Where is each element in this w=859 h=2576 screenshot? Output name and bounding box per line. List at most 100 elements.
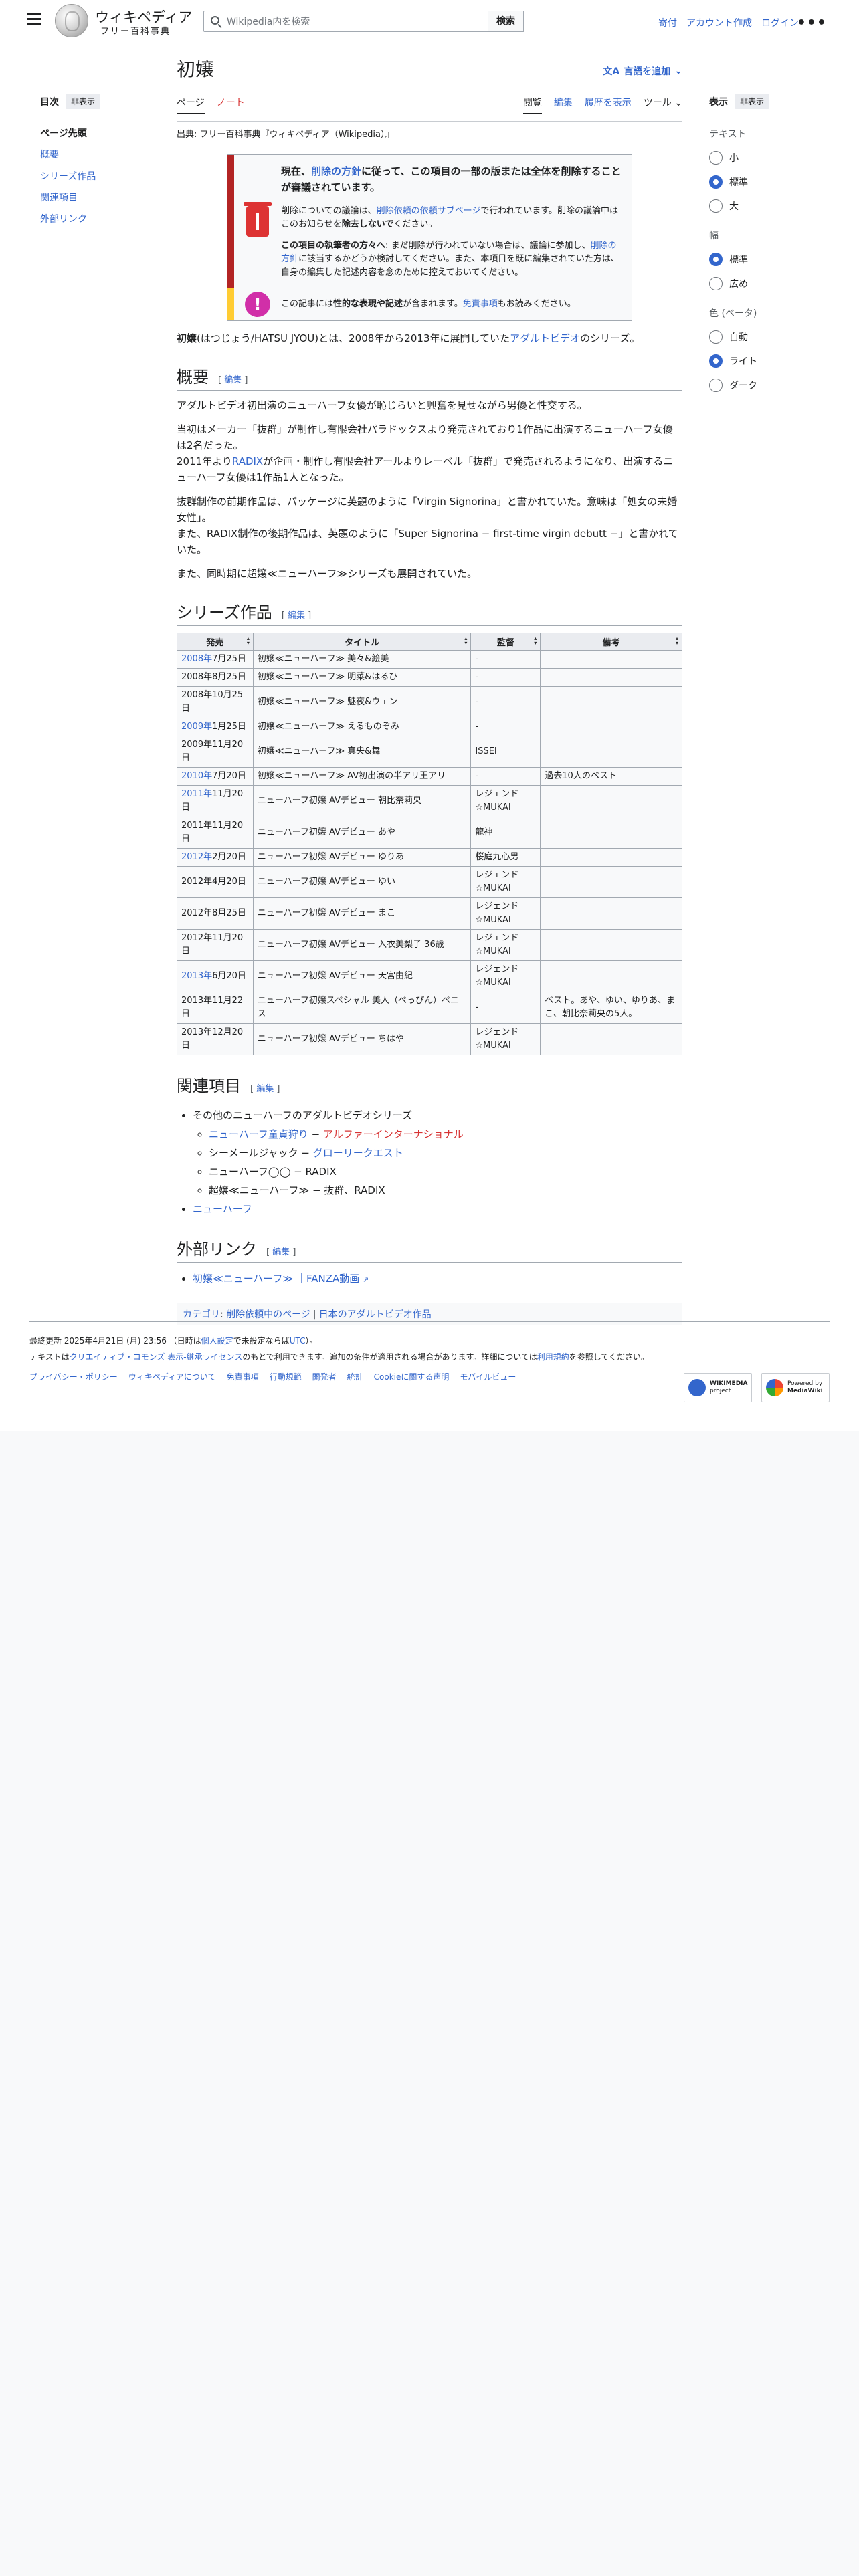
footer-link-mobile[interactable]: モバイルビュー bbox=[460, 1369, 516, 1385]
tab-talk[interactable]: ノート bbox=[217, 96, 245, 114]
text: 性的な表現や記述 bbox=[333, 299, 403, 309]
column-header-release[interactable]: 発売 bbox=[177, 633, 254, 651]
color-auto[interactable]: 自動 bbox=[709, 325, 823, 349]
add-language-button[interactable]: 文A 言語を追加 ⌄ bbox=[603, 64, 682, 78]
footer-link-code-of-conduct[interactable]: 行動規範 bbox=[270, 1369, 302, 1385]
toc-hide-button[interactable]: 非表示 bbox=[66, 94, 101, 109]
toc-item-top[interactable]: ページ先頭 bbox=[40, 123, 154, 144]
note-cell bbox=[540, 929, 682, 961]
column-header-title[interactable]: タイトル bbox=[252, 633, 472, 651]
radix-link[interactable]: RADIX bbox=[232, 455, 263, 467]
text: が含まれます。 bbox=[403, 299, 463, 309]
width-wide[interactable]: 広め bbox=[709, 272, 823, 296]
heading-text: 外部リンク bbox=[177, 1240, 257, 1259]
create-account-link[interactable]: アカウント作成 bbox=[686, 16, 752, 29]
radio-icon bbox=[709, 199, 723, 213]
director-cell: 龍神 bbox=[470, 817, 541, 849]
login-link[interactable]: ログイン bbox=[761, 16, 799, 29]
radio-checked-icon bbox=[709, 175, 723, 189]
toc-item-external[interactable]: 外部リンク bbox=[40, 209, 154, 230]
date-text: 7月25日 bbox=[212, 654, 246, 664]
option-label: ダーク bbox=[729, 381, 757, 391]
table-row: 2008年8月25日 初嬢≪ニューハーフ≫ 明菜&はるひ - bbox=[177, 668, 682, 687]
color-group: 色 (ベータ) 自動 ライト ダーク bbox=[709, 306, 823, 397]
intro-paragraph: 初嬢(はつじょう/HATSU JYOU)とは、2008年から2013年に展開して… bbox=[177, 330, 682, 346]
glory-quest-link[interactable]: グローリークエスト bbox=[313, 1147, 403, 1159]
terms-link[interactable]: 利用規約 bbox=[537, 1352, 569, 1362]
width-standard[interactable]: 標準 bbox=[709, 247, 823, 272]
release-date-cell: 2013年6月20日 bbox=[177, 960, 254, 992]
deletion-policy-link[interactable]: 削除の方針 bbox=[311, 165, 361, 177]
year-link[interactable]: 2012年 bbox=[181, 852, 212, 862]
table-of-contents: 目次 非表示 ページ先頭 概要 シリーズ作品 関連項目 外部リンク bbox=[40, 94, 154, 230]
date-text: 2008年10月25日 bbox=[181, 690, 244, 714]
page-body: ウィキペディア フリー百科事典 Wikipedia内を検索 検索 寄付 アカウン… bbox=[0, 0, 859, 1431]
table-row: 2011年11月20日 ニューハーフ初嬢 AVデビュー 朝比奈莉央 レジェンド☆MU… bbox=[177, 785, 682, 817]
table-row: 2012年4月20日 ニューハーフ初嬢 AVデビュー ゆい レジェンド☆MUKAI bbox=[177, 866, 682, 898]
footer-link-stats[interactable]: 統計 bbox=[347, 1369, 363, 1385]
wikipedia-globe-logo[interactable] bbox=[55, 4, 88, 37]
utc-link[interactable]: UTC bbox=[290, 1336, 306, 1346]
category-link-deletion[interactable]: 削除依頼中のページ bbox=[226, 1309, 310, 1320]
tab-page[interactable]: ページ bbox=[177, 96, 205, 114]
footer-link-about[interactable]: ウィキペディアについて bbox=[128, 1369, 216, 1385]
radio-icon bbox=[709, 277, 723, 290]
fanza-external-link[interactable]: 初嬢≪ニューハーフ≫ ｜FANZA動画 ↗ bbox=[193, 1273, 369, 1285]
footer-link-disclaimer[interactable]: 免責事項 bbox=[227, 1369, 259, 1385]
search-input[interactable]: Wikipedia内を検索 bbox=[203, 11, 488, 32]
table-row: 2012年8月25日 ニューハーフ初嬢 AVデビュー まこ レジェンド☆MUKAI bbox=[177, 897, 682, 930]
main-menu-icon[interactable] bbox=[27, 13, 41, 25]
license-link[interactable]: クリエイティブ・コモンズ 表示-継承ライセンス bbox=[70, 1352, 243, 1362]
text-size-small[interactable]: 小 bbox=[709, 146, 823, 170]
color-light[interactable]: ライト bbox=[709, 349, 823, 373]
deletion-subpage-link[interactable]: 削除依頼の依頼サブページ bbox=[377, 206, 481, 216]
disclaimer-link[interactable]: 免責事項 bbox=[463, 299, 498, 309]
text-size-standard[interactable]: 標準 bbox=[709, 170, 823, 194]
external-edit-link[interactable]: [ 編集 ] bbox=[266, 1245, 296, 1257]
tab-edit[interactable]: 編集 bbox=[554, 96, 573, 114]
year-link[interactable]: 2009年 bbox=[181, 722, 212, 732]
toc-item-related[interactable]: 関連項目 bbox=[40, 187, 154, 209]
last-updated: 最終更新 2025年4月21日 (月) 23:56 （日時は個人設定で未設定なら… bbox=[29, 1333, 830, 1349]
category-link-jav[interactable]: 日本のアダルトビデオ作品 bbox=[319, 1309, 432, 1320]
categories-link[interactable]: カテゴリ bbox=[183, 1309, 220, 1320]
year-link[interactable]: 2010年 bbox=[181, 771, 212, 781]
director-cell: レジェンド☆MUKAI bbox=[470, 897, 541, 930]
color-dark[interactable]: ダーク bbox=[709, 373, 823, 397]
tab-read[interactable]: 閲覧 bbox=[522, 96, 542, 114]
powered-by-mediawiki-badge[interactable]: Powered by MediaWiki bbox=[761, 1373, 830, 1402]
column-header-director[interactable]: 監督 bbox=[470, 633, 541, 651]
adult-video-link[interactable]: アダルトビデオ bbox=[510, 332, 580, 344]
overview-heading: 概要 [ 編集 ] bbox=[177, 364, 682, 391]
year-link[interactable]: 2011年 bbox=[181, 789, 212, 799]
text-size-large[interactable]: 大 bbox=[709, 194, 823, 218]
footer-link-cookies[interactable]: Cookieに関する声明 bbox=[374, 1369, 450, 1385]
more-options-icon[interactable]: ••• bbox=[797, 15, 827, 31]
toc-item-series[interactable]: シリーズ作品 bbox=[40, 166, 154, 187]
year-link[interactable]: 2008年 bbox=[181, 654, 212, 664]
text: で未設定ならば bbox=[233, 1336, 290, 1346]
preferences-link[interactable]: 個人設定 bbox=[201, 1336, 233, 1346]
page-footer: 最終更新 2025年4月21日 (月) 23:56 （日時は個人設定で未設定なら… bbox=[29, 1321, 830, 1402]
series-edit-link[interactable]: [ 編集 ] bbox=[282, 608, 311, 621]
title-cell: ニューハーフ初嬢 AVデビュー ちはや bbox=[252, 1023, 472, 1055]
tab-history[interactable]: 履歴を表示 bbox=[585, 96, 632, 114]
toc-item-overview[interactable]: 概要 bbox=[40, 144, 154, 166]
wikimedia-project-badge[interactable]: WIKIMEDIA project bbox=[684, 1373, 752, 1402]
related-edit-link[interactable]: [ 編集 ] bbox=[250, 1081, 280, 1094]
list-item: ニューハーフ◯◯ − RADIX bbox=[209, 1162, 682, 1181]
donate-link[interactable]: 寄付 bbox=[658, 16, 677, 29]
appearance-hide-button[interactable]: 非表示 bbox=[735, 94, 770, 109]
newhalf-doutei-link[interactable]: ニューハーフ童貞狩り bbox=[209, 1128, 308, 1140]
overview-edit-link[interactable]: [ 編集 ] bbox=[218, 372, 248, 385]
table-row: 2011年11月20日 ニューハーフ初嬢 AVデビュー あや 龍神 bbox=[177, 817, 682, 849]
footer-link-privacy[interactable]: プライバシー・ポリシー bbox=[29, 1369, 118, 1385]
year-link[interactable]: 2013年 bbox=[181, 971, 212, 981]
alpha-international-redlink[interactable]: アルファーインターナショナル bbox=[323, 1128, 464, 1140]
tab-tools[interactable]: ツール ⌄ bbox=[644, 96, 682, 114]
newhalf-link[interactable]: ニューハーフ bbox=[193, 1203, 252, 1215]
search-button[interactable]: 検索 bbox=[488, 11, 524, 32]
footer-link-developers[interactable]: 開発者 bbox=[312, 1369, 337, 1385]
text: 除去しないで bbox=[341, 219, 394, 229]
column-header-notes[interactable]: 備考 bbox=[540, 633, 682, 651]
